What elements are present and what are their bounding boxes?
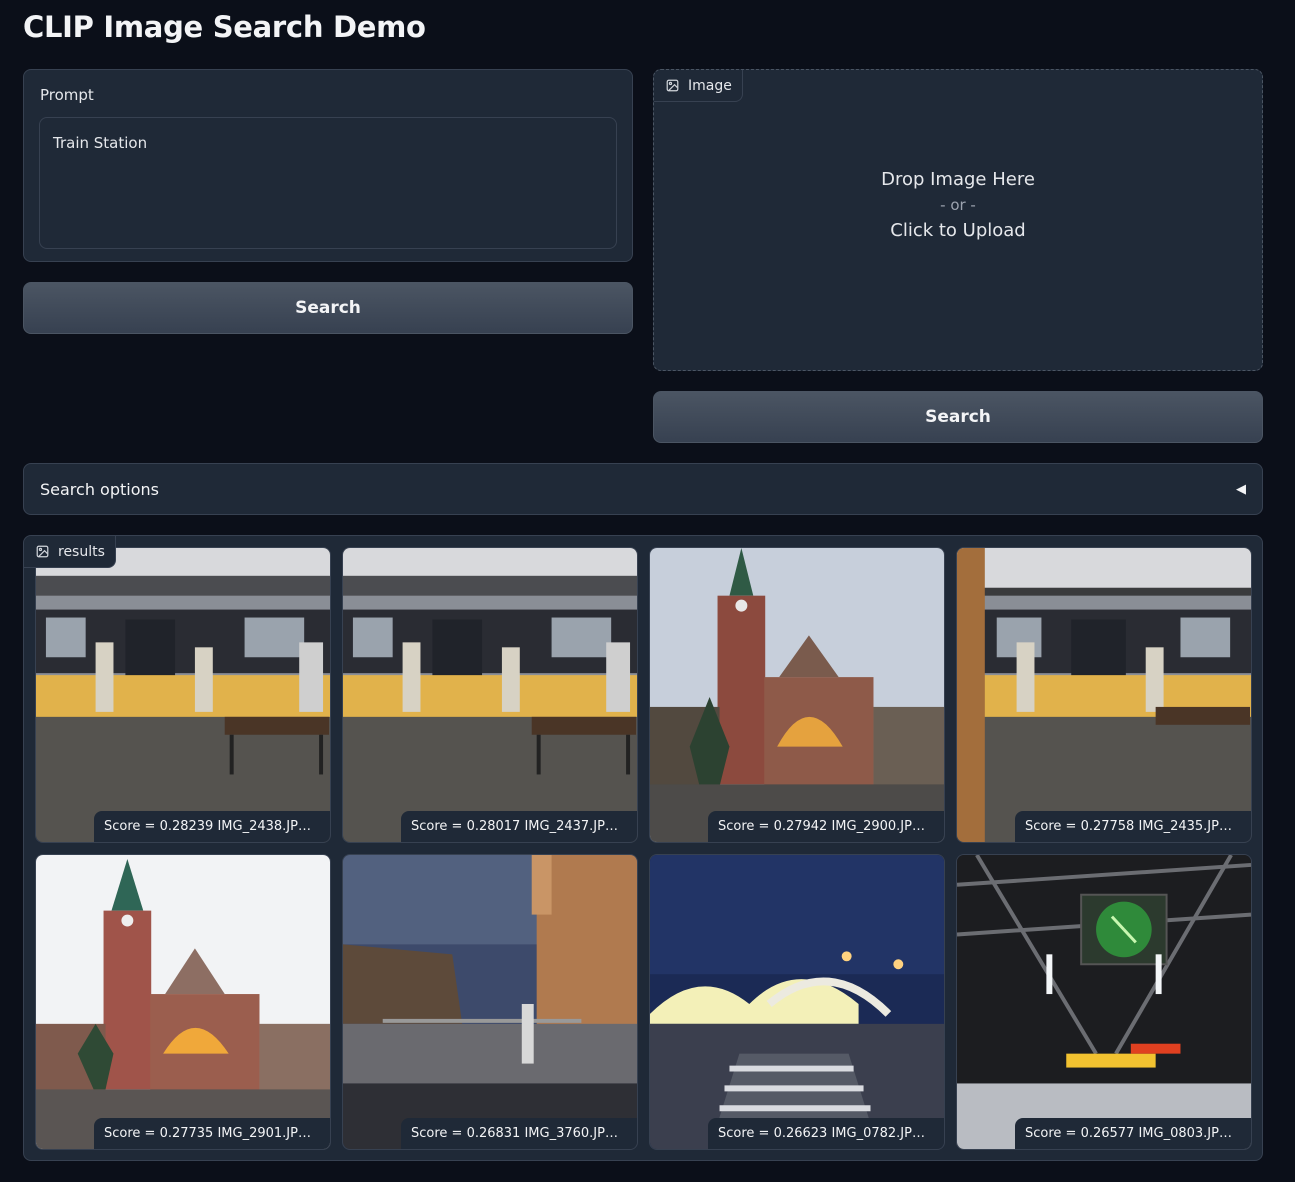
result-thumbnail[interactable]: Score = 0.26577 IMG_0803.JPG 4...	[956, 854, 1252, 1150]
result-image	[957, 855, 1251, 1149]
image-search-button[interactable]: Search	[653, 391, 1263, 443]
result-image	[650, 855, 944, 1149]
results-tag: results	[24, 536, 116, 568]
result-caption: Score = 0.28017 IMG_2437.JPG 4...	[401, 811, 637, 842]
result-caption: Score = 0.26831 IMG_3760.JPG 4...	[401, 1118, 637, 1149]
result-image	[343, 548, 637, 842]
result-image	[343, 855, 637, 1149]
result-caption: Score = 0.26623 IMG_0782.JPG 4...	[708, 1118, 944, 1149]
image-tag-label: Image	[688, 77, 732, 94]
page-title: CLIP Image Search Demo	[23, 10, 426, 44]
result-thumbnail[interactable]: Score = 0.28017 IMG_2437.JPG 4...	[342, 547, 638, 843]
result-thumbnail[interactable]: Score = 0.28239 IMG_2438.JPG 4...	[35, 547, 331, 843]
image-drop-zone[interactable]: Drop Image Here - or - Click to Upload	[654, 70, 1262, 370]
image-icon	[666, 79, 679, 92]
search-options-label: Search options	[40, 479, 159, 499]
or-text: - or -	[940, 196, 976, 214]
result-caption: Score = 0.27758 IMG_2435.JPG 4...	[1015, 811, 1251, 842]
result-image	[36, 548, 330, 842]
result-thumbnail[interactable]: Score = 0.26623 IMG_0782.JPG 4...	[649, 854, 945, 1150]
drop-text: Drop Image Here	[881, 169, 1035, 190]
results-tag-label: results	[58, 543, 105, 560]
text-search-button[interactable]: Search	[23, 282, 633, 334]
result-thumbnail[interactable]: Score = 0.27942 IMG_2900.JPG 4...	[649, 547, 945, 843]
result-thumbnail[interactable]: Score = 0.27758 IMG_2435.JPG 4...	[956, 547, 1252, 843]
result-caption: Score = 0.27942 IMG_2900.JPG 4...	[708, 811, 944, 842]
prompt-panel: Prompt	[23, 69, 633, 262]
result-caption: Score = 0.26577 IMG_0803.JPG 4...	[1015, 1118, 1251, 1149]
result-image	[36, 855, 330, 1149]
image-upload-panel: Image Drop Image Here - or - Click to Up…	[653, 69, 1263, 371]
result-image	[650, 548, 944, 842]
upload-text: Click to Upload	[890, 220, 1026, 241]
image-icon	[36, 545, 49, 558]
result-thumbnail[interactable]: Score = 0.26831 IMG_3760.JPG 4...	[342, 854, 638, 1150]
result-caption: Score = 0.28239 IMG_2438.JPG 4...	[94, 811, 330, 842]
result-image	[957, 548, 1251, 842]
image-tag: Image	[654, 70, 743, 102]
prompt-label: Prompt	[40, 86, 94, 104]
results-gallery: results Score = 0.28239 IMG_2438.JPG 4..…	[23, 535, 1263, 1161]
prompt-input[interactable]	[39, 117, 617, 249]
result-thumbnail[interactable]: Score = 0.27735 IMG_2901.JPG 4...	[35, 854, 331, 1150]
search-options-accordion[interactable]: Search options ◀	[23, 463, 1263, 515]
result-caption: Score = 0.27735 IMG_2901.JPG 4...	[94, 1118, 330, 1149]
collapse-arrow-icon: ◀	[1236, 481, 1246, 497]
